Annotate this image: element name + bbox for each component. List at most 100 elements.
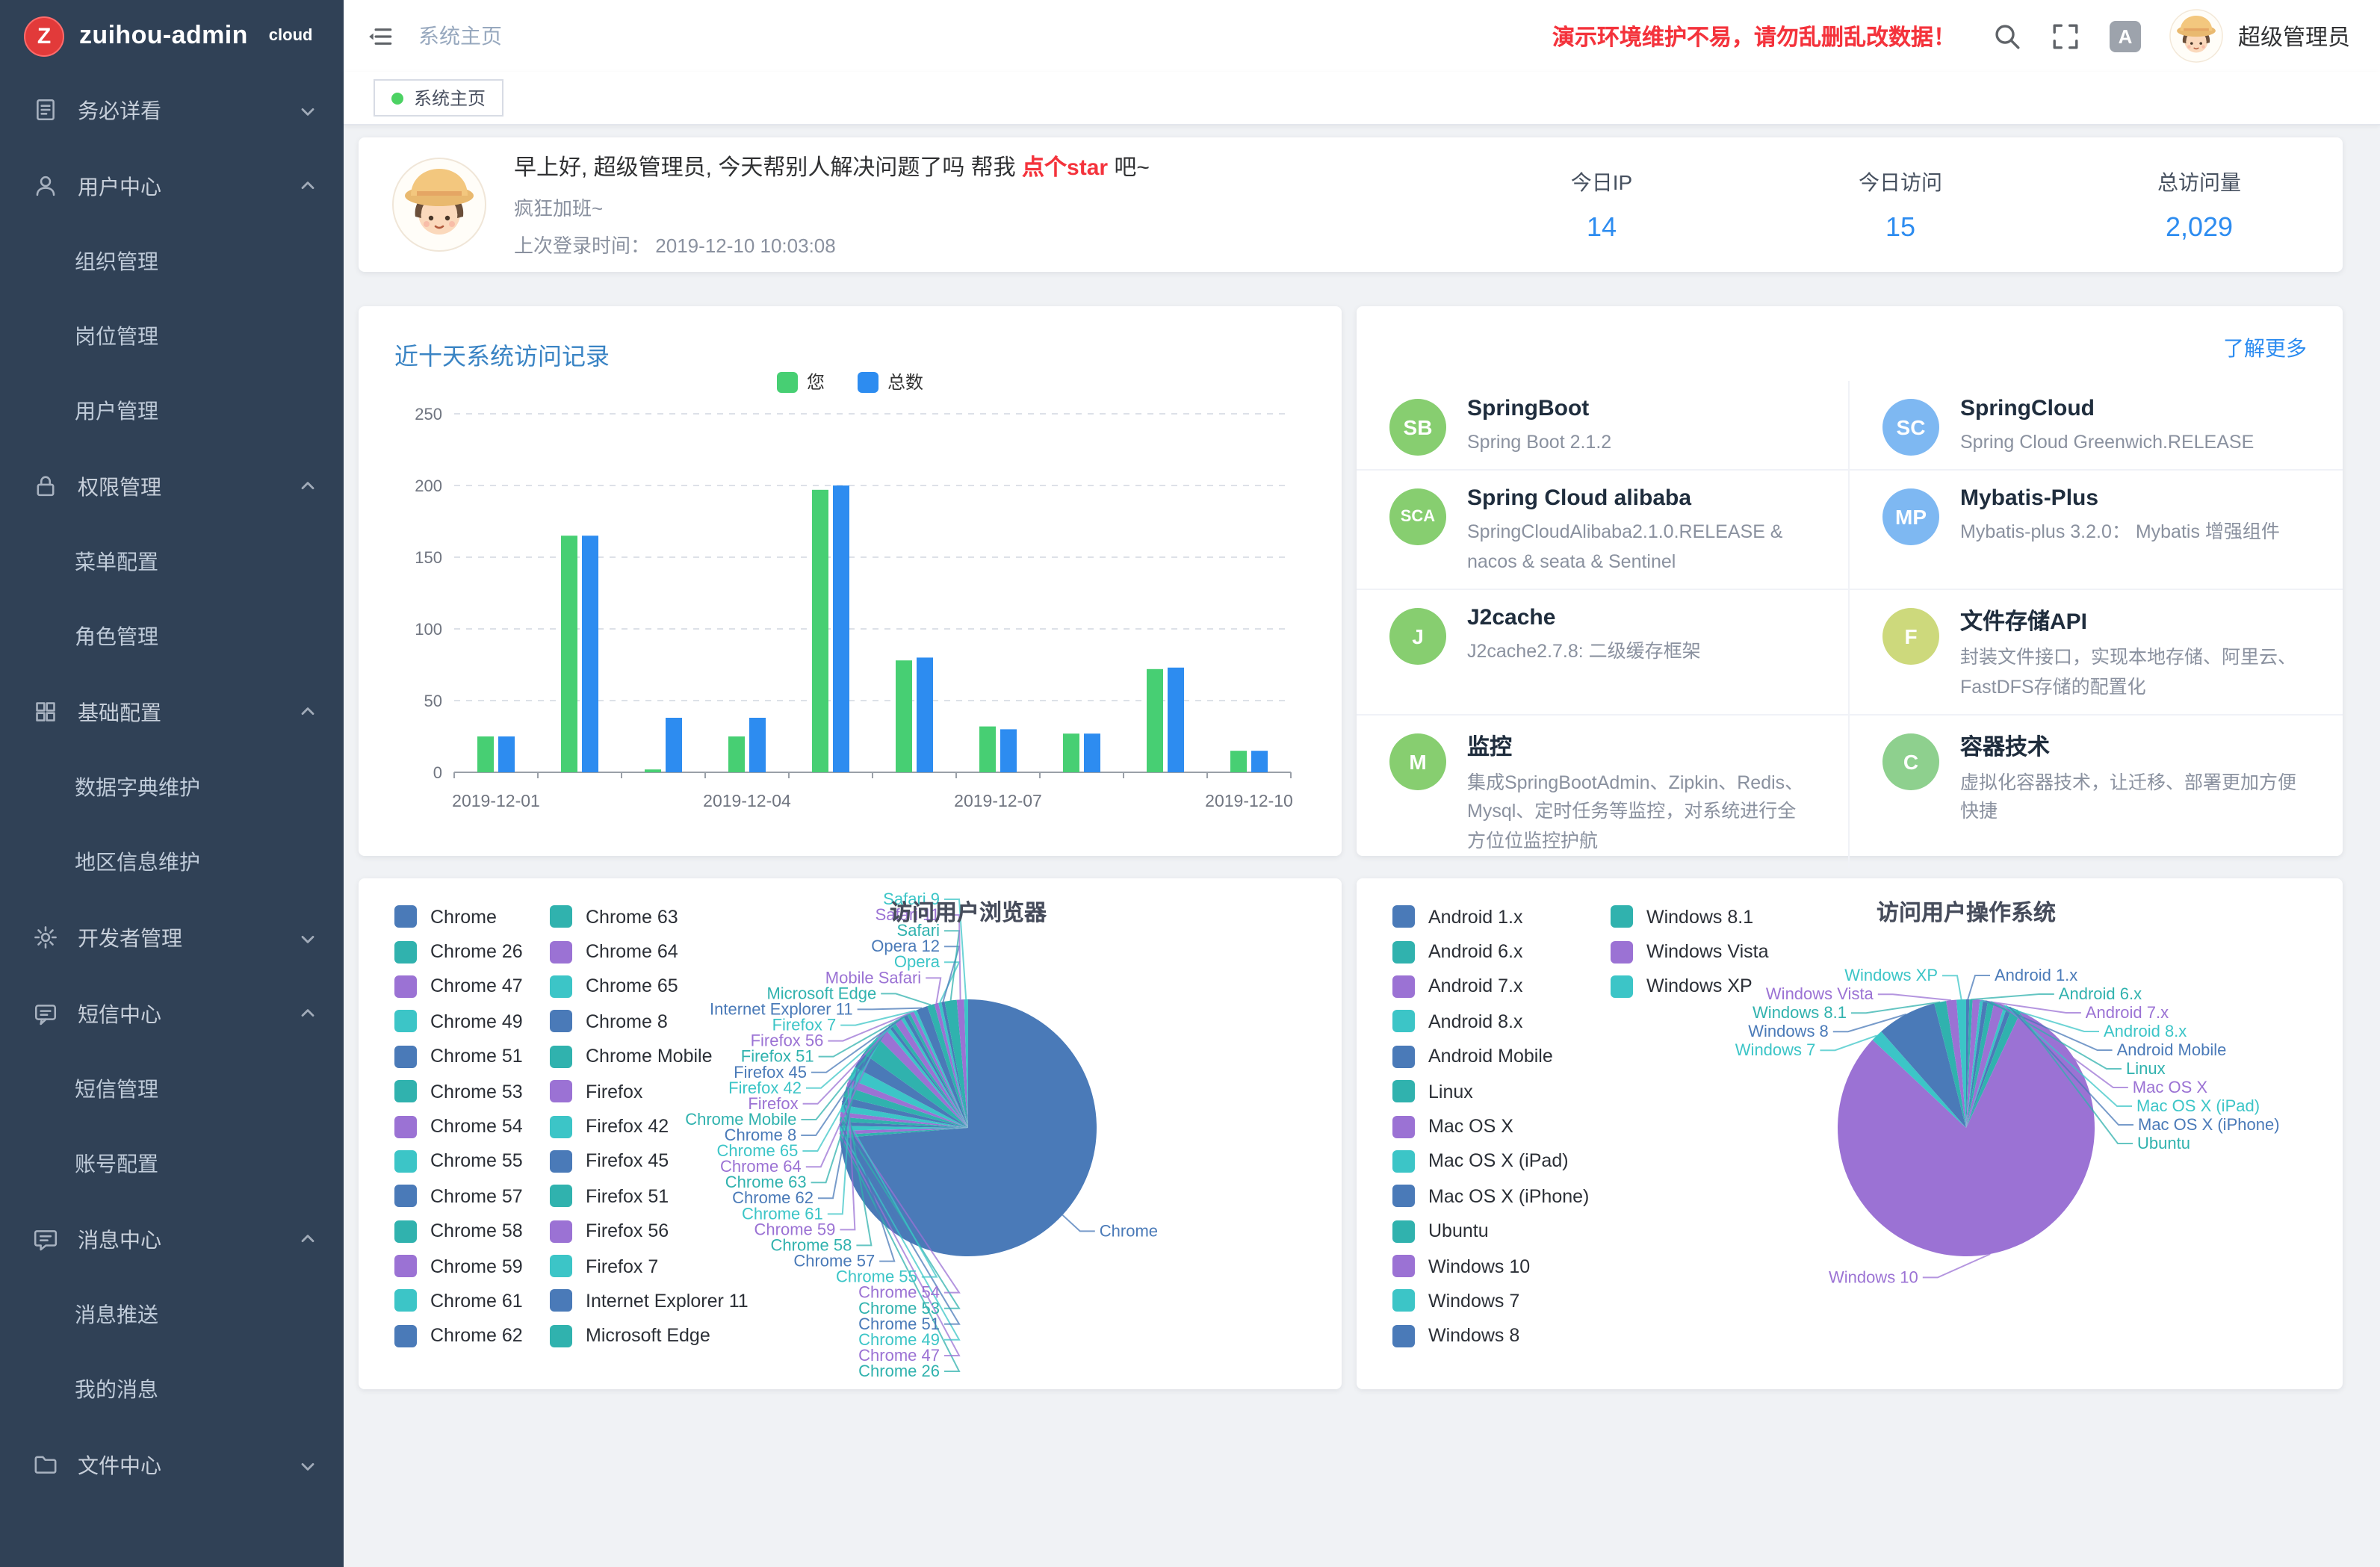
svg-text:150: 150 <box>415 548 442 567</box>
legend-item[interactable]: Chrome 57 <box>394 1179 550 1214</box>
sidebar-subitem-1-1[interactable]: 岗位管理 <box>0 299 344 373</box>
legend-item[interactable]: Chrome 65 <box>550 969 789 1005</box>
legend-item[interactable]: Linux <box>1392 1074 1611 1109</box>
sidebar-subitem-3-1[interactable]: 地区信息维护 <box>0 825 344 899</box>
legend-item[interactable]: Internet Explorer 11 <box>550 1284 789 1319</box>
legend-item[interactable]: Android Mobile <box>1392 1039 1611 1074</box>
user-icon <box>33 173 58 199</box>
legend-item[interactable]: Firefox <box>550 1074 789 1109</box>
legend-item[interactable]: Chrome 8 <box>550 1004 789 1039</box>
sidebar-item-6[interactable]: 消息中心 <box>0 1201 344 1277</box>
legend-label: Chrome 65 <box>586 976 678 997</box>
star-link[interactable]: 点个star <box>1022 155 1108 181</box>
legend-label: Chrome 26 <box>430 941 523 962</box>
legend-label: Chrome 59 <box>430 1256 523 1276</box>
legend-swatch <box>394 1220 417 1242</box>
legend-item[interactable]: Mac OS X (iPhone) <box>1392 1179 1611 1214</box>
legend-item[interactable]: Windows 8 <box>1392 1318 1611 1353</box>
legend-item[interactable]: Android 7.x <box>1392 969 1611 1005</box>
sidebar-subitem-2-0[interactable]: 菜单配置 <box>0 524 344 599</box>
legend-item[interactable]: Firefox 56 <box>550 1214 789 1249</box>
legend-item[interactable]: Ubuntu <box>1392 1214 1611 1249</box>
stat-label: 今日IP <box>1548 167 1655 196</box>
sidebar-subitem-2-1[interactable]: 角色管理 <box>0 599 344 674</box>
legend-item[interactable]: Windows 10 <box>1392 1249 1611 1284</box>
sidebar-item-4[interactable]: 开发者管理 <box>0 899 344 975</box>
legend-item[interactable]: Chrome 58 <box>394 1214 550 1249</box>
legend-item[interactable]: Windows Vista <box>1611 934 1805 969</box>
sidebar-item-2[interactable]: 权限管理 <box>0 448 344 524</box>
legend-swatch <box>550 1011 572 1033</box>
visits-chart-card: 近十天系统访问记录 您总数 0501001502002502019-12-012… <box>359 306 1342 856</box>
legend-swatch <box>550 940 572 963</box>
sidebar-subitem-1-0[interactable]: 组织管理 <box>0 224 344 299</box>
learn-more-link[interactable]: 了解更多 <box>2223 333 2307 363</box>
legend-item[interactable]: Firefox 51 <box>550 1179 789 1214</box>
legend-item[interactable]: Chrome 26 <box>394 934 550 969</box>
sidebar-subitem-5-0[interactable]: 短信管理 <box>0 1052 344 1126</box>
legend-label: Chrome 62 <box>430 1326 523 1347</box>
legend-item[interactable]: Android 6.x <box>1392 934 1611 969</box>
legend-item[interactable]: Chrome Mobile <box>550 1039 789 1074</box>
legend-item[interactable]: Chrome 62 <box>394 1318 550 1353</box>
sidebar-item-5[interactable]: 短信中心 <box>0 975 344 1052</box>
os-pie-legend: Android 1.xAndroid 6.xAndroid 7.xAndroid… <box>1392 899 1805 1353</box>
svg-text:Ubuntu: Ubuntu <box>2137 1134 2190 1152</box>
legend-swatch <box>550 1115 572 1138</box>
legend-item[interactable]: Android 1.x <box>1392 899 1611 934</box>
legend-item[interactable]: Chrome 55 <box>394 1144 550 1179</box>
legend-item[interactable]: Chrome 63 <box>550 899 789 934</box>
app-logo[interactable]: Z zuihou-admin cloud <box>0 0 344 72</box>
legend-item[interactable]: Windows XP <box>1611 969 1805 1005</box>
browser-pie-legend: ChromeChrome 26Chrome 47Chrome 49Chrome … <box>394 899 789 1353</box>
legend-item[interactable]: Mac OS X (iPad) <box>1392 1144 1611 1179</box>
legend-item[interactable]: Chrome 49 <box>394 1004 550 1039</box>
legend-item[interactable]: Chrome 59 <box>394 1249 550 1284</box>
sidebar-subitem-6-1[interactable]: 我的消息 <box>0 1352 344 1427</box>
tech-item-title: SpringCloud <box>1960 396 2254 421</box>
legend-item[interactable]: Microsoft Edge <box>550 1318 789 1353</box>
sidebar-subitem-5-1[interactable]: 账号配置 <box>0 1126 344 1201</box>
legend-swatch <box>1392 975 1415 998</box>
legend-item[interactable]: Chrome 54 <box>394 1109 550 1144</box>
legend-item[interactable]: Chrome 47 <box>394 969 550 1005</box>
sidebar-item-1[interactable]: 用户中心 <box>0 148 344 224</box>
sidebar-subitem-3-0[interactable]: 数据字典维护 <box>0 750 344 825</box>
legend-item[interactable]: Android 8.x <box>1392 1004 1611 1039</box>
svg-text:Android 8.x: Android 8.x <box>2104 1022 2187 1040</box>
legend-item[interactable]: Mac OS X <box>1392 1109 1611 1144</box>
legend-item[interactable]: Chrome 51 <box>394 1039 550 1074</box>
legend-item[interactable]: 您 <box>777 369 825 394</box>
user-menu[interactable]: 超级管理员 <box>2169 9 2350 63</box>
message-icon <box>33 1226 58 1252</box>
sidebar-subitem-6-0[interactable]: 消息推送 <box>0 1277 344 1352</box>
legend-item[interactable]: Chrome 53 <box>394 1074 550 1109</box>
sidebar-collapse-icon[interactable] <box>365 21 394 51</box>
sidebar-item-7[interactable]: 文件中心 <box>0 1427 344 1503</box>
legend-swatch <box>1392 1290 1415 1312</box>
tab-system-home[interactable]: 系统主页 <box>374 79 503 117</box>
greeting-card: 早上好, 超级管理员, 今天帮别人解决问题了吗 帮我 点个star 吧~ 疯狂加… <box>359 137 2343 272</box>
legend-item[interactable]: Firefox 7 <box>550 1249 789 1284</box>
legend-swatch <box>550 1046 572 1068</box>
sidebar-item-0[interactable]: 务必详看 <box>0 72 344 148</box>
legend-item[interactable]: Chrome 64 <box>550 934 789 969</box>
legend-item[interactable]: Windows 7 <box>1392 1284 1611 1319</box>
tech-item-desc: 封装文件接口，实现本地存储、阿里云、FastDFS存储的配置化 <box>1960 644 2307 702</box>
user-avatar[interactable] <box>2169 9 2223 63</box>
stat-value: 15 <box>1847 211 1954 243</box>
legend-label: Mac OS X <box>1428 1116 1513 1137</box>
legend-item[interactable]: Firefox 45 <box>550 1144 789 1179</box>
legend-item[interactable]: Windows 8.1 <box>1611 899 1805 934</box>
fullscreen-icon[interactable] <box>2051 21 2081 51</box>
legend-item[interactable]: Chrome 61 <box>394 1284 550 1319</box>
sidebar-subitem-1-2[interactable]: 用户管理 <box>0 373 344 448</box>
svg-text:Android 1.x: Android 1.x <box>1995 966 2077 984</box>
font-size-icon[interactable]: A <box>2110 20 2141 52</box>
legend-item[interactable]: Chrome <box>394 899 550 934</box>
sidebar-item-3[interactable]: 基础配置 <box>0 674 344 750</box>
search-icon[interactable] <box>1993 21 2023 51</box>
legend-item[interactable]: Firefox 42 <box>550 1109 789 1144</box>
legend-label: Chrome <box>430 906 497 927</box>
legend-item[interactable]: 总数 <box>858 369 923 394</box>
